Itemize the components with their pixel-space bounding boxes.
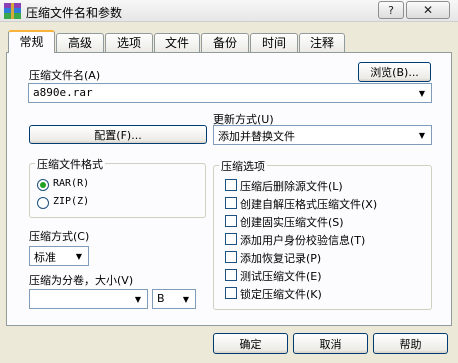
archive-name-combobox[interactable]: a890e.rar ▼: [28, 83, 432, 103]
general-tab-panel: 压缩文件名(A) 浏览(B)... a890e.rar ▼ 更新方式(U) 配置…: [6, 52, 452, 326]
archive-format-title: 压缩文件格式: [35, 156, 105, 172]
rar-radio[interactable]: [37, 179, 49, 191]
tab-general[interactable]: 常规: [8, 30, 55, 53]
tab-files[interactable]: 文件: [154, 33, 200, 52]
title-bar[interactable]: 压缩文件名和参数 ? ✕: [0, 0, 458, 22]
profiles-button[interactable]: 配置(F)...: [29, 125, 207, 144]
tab-time[interactable]: 时间: [250, 33, 298, 52]
compression-method-select[interactable]: 标准 ▼: [29, 246, 89, 266]
split-unit-value: B: [157, 292, 165, 305]
archive-dialog: 压缩文件名和参数 ? ✕ 常规 高级 选项 文件 备份 时间 注释 压缩文件名(…: [0, 0, 458, 363]
chevron-down-icon[interactable]: ▼: [414, 127, 430, 143]
tab-label: 常规: [19, 35, 44, 49]
zip-radio-label[interactable]: ZIP(Z): [53, 196, 89, 207]
ok-button[interactable]: 确定: [213, 333, 288, 354]
delete-after-archiving-checkbox[interactable]: [225, 179, 237, 191]
lock-archive-label[interactable]: 锁定压缩文件(K): [240, 286, 322, 302]
chevron-down-icon[interactable]: ▼: [414, 85, 430, 101]
rar-radio-label[interactable]: RAR(R): [53, 178, 89, 189]
close-button[interactable]: ✕: [406, 1, 450, 19]
add-authenticity-label[interactable]: 添加用户身份校验信息(T): [240, 232, 365, 248]
create-solid-checkbox[interactable]: [225, 215, 237, 227]
create-solid-label[interactable]: 创建固实压缩文件(S): [240, 214, 344, 230]
tab-label: 注释: [309, 36, 334, 50]
test-archive-label[interactable]: 测试压缩文件(E): [240, 268, 322, 284]
compression-method-label: 压缩方式(C): [29, 230, 90, 243]
tab-label: 时间: [261, 36, 286, 50]
tab-options[interactable]: 选项: [105, 33, 153, 52]
profiles-button-label: 配置(F)...: [94, 128, 142, 142]
close-icon: ✕: [422, 3, 434, 17]
cancel-button[interactable]: 取消: [293, 333, 368, 354]
tab-label: 备份: [212, 36, 237, 50]
tab-comment[interactable]: 注释: [299, 33, 345, 52]
cancel-button-label: 取消: [319, 337, 342, 351]
help-button-label: 帮助: [399, 337, 422, 351]
chevron-down-icon[interactable]: ▼: [178, 291, 194, 307]
create-sfx-checkbox[interactable]: [225, 197, 237, 209]
chevron-down-icon[interactable]: ▼: [130, 291, 146, 307]
question-mark-icon: ?: [388, 3, 394, 17]
tab-label: 高级: [67, 36, 92, 50]
split-volumes-label: 压缩为分卷，大小(V): [29, 274, 134, 287]
archiving-options-title: 压缩选项: [219, 158, 267, 174]
tab-advanced[interactable]: 高级: [56, 33, 104, 52]
create-sfx-label[interactable]: 创建自解压格式压缩文件(X): [240, 196, 377, 212]
window-title: 压缩文件名和参数: [26, 6, 123, 20]
help-title-button[interactable]: ?: [378, 1, 404, 19]
split-size-combobox[interactable]: ▼: [29, 289, 148, 309]
split-unit-select[interactable]: B ▼: [152, 289, 196, 309]
browse-button-label: 浏览(B)...: [370, 66, 419, 79]
tab-backup[interactable]: 备份: [201, 33, 249, 52]
lock-archive-checkbox[interactable]: [225, 287, 237, 299]
archive-name-label: 压缩文件名(A): [29, 69, 101, 82]
update-mode-value: 添加并替换文件: [218, 130, 295, 143]
tab-label: 文件: [164, 36, 189, 50]
help-button[interactable]: 帮助: [373, 333, 448, 354]
browse-button[interactable]: 浏览(B)...: [358, 62, 431, 82]
test-archive-checkbox[interactable]: [225, 269, 237, 281]
compression-method-value: 标准: [34, 251, 56, 264]
winrar-books-icon: [4, 3, 21, 19]
zip-radio[interactable]: [37, 197, 49, 209]
add-authenticity-checkbox[interactable]: [225, 233, 237, 245]
tab-label: 选项: [116, 36, 141, 50]
archive-name-value: a890e.rar: [33, 86, 93, 99]
delete-after-archiving-label[interactable]: 压缩后删除源文件(L): [240, 178, 343, 194]
chevron-down-icon[interactable]: ▼: [71, 248, 87, 264]
add-recovery-record-checkbox[interactable]: [225, 251, 237, 263]
add-recovery-record-label[interactable]: 添加恢复记录(P): [240, 250, 321, 266]
ok-button-label: 确定: [239, 337, 262, 351]
update-mode-select[interactable]: 添加并替换文件 ▼: [213, 125, 432, 145]
